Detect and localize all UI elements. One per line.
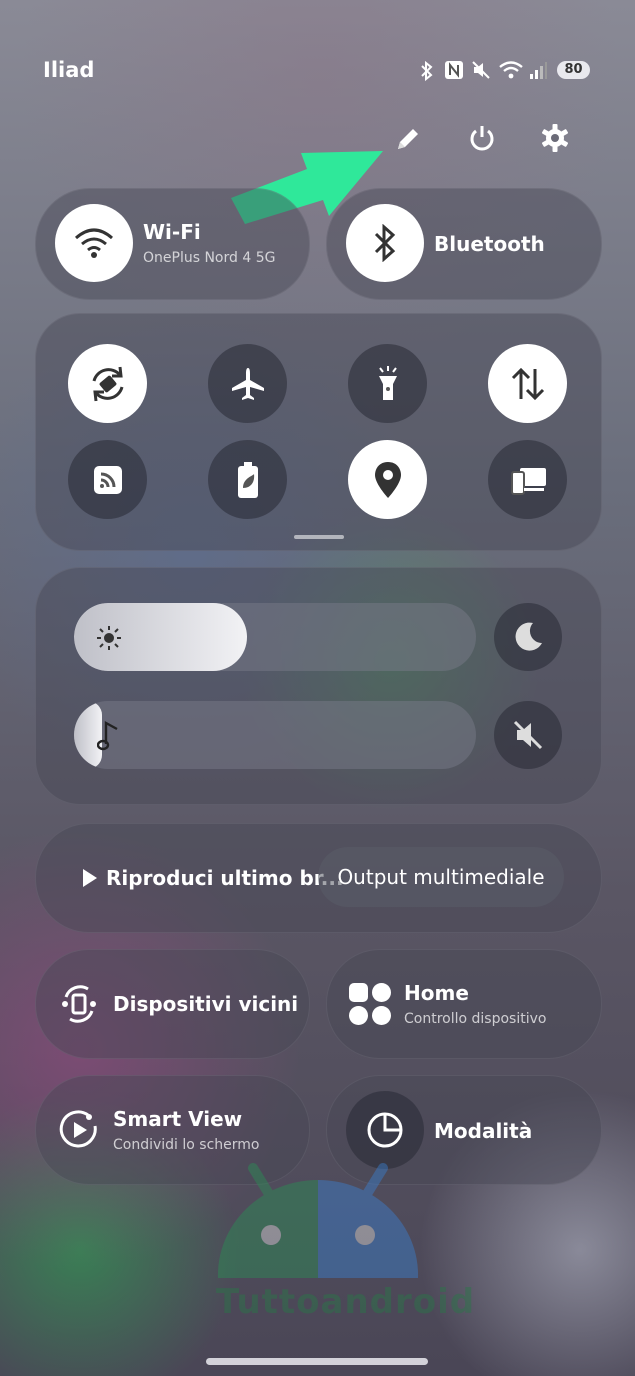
quick-toggles-panel <box>35 313 602 551</box>
media-output-label: Output multimediale <box>337 865 545 889</box>
gesture-bar[interactable] <box>206 1358 428 1365</box>
signal-status-icon <box>528 60 548 80</box>
flashlight-toggle[interactable] <box>348 344 427 423</box>
airplane-icon <box>231 367 264 400</box>
smart-view-subtitle: Condividi lo schermo <box>113 1137 260 1153</box>
home-tile[interactable]: Home Controllo dispositivo <box>326 949 602 1059</box>
bluetooth-tile[interactable]: Bluetooth <box>326 188 602 300</box>
watermark-logo <box>213 1160 423 1280</box>
wifi-network-name: OnePlus Nord 4 5G <box>143 250 276 266</box>
device-cast-toggle[interactable] <box>488 440 567 519</box>
play-icon[interactable] <box>82 868 98 888</box>
nearby-devices-icon <box>58 983 100 1025</box>
nfc-tag-toggle[interactable] <box>68 440 147 519</box>
edit-icon[interactable] <box>393 124 423 154</box>
modes-title: Modalità <box>434 1119 533 1143</box>
home-devices-icon <box>348 982 392 1026</box>
mobile-data-toggle[interactable] <box>488 344 567 423</box>
modes-toggle[interactable] <box>346 1091 424 1169</box>
modes-icon <box>367 1112 403 1148</box>
home-title: Home <box>404 981 469 1005</box>
device-cast-icon <box>510 467 546 495</box>
brightness-icon <box>96 625 122 651</box>
wifi-title: Wi-Fi <box>143 220 201 244</box>
wifi-status-icon <box>498 60 524 80</box>
nearby-devices-title: Dispositivi vicini <box>113 992 299 1016</box>
wifi-tile[interactable]: Wi-Fi OnePlus Nord 4 5G <box>35 188 310 300</box>
nfc-tag-icon <box>93 465 122 494</box>
bluetooth-title: Bluetooth <box>434 232 545 256</box>
smart-view-icon <box>58 1109 100 1151</box>
settings-icon[interactable] <box>540 123 570 153</box>
expand-handle[interactable] <box>294 535 344 539</box>
mute-button[interactable] <box>494 701 562 769</box>
mute-icon <box>513 720 543 750</box>
mobile-data-icon <box>511 367 544 400</box>
airplane-toggle[interactable] <box>208 344 287 423</box>
location-icon <box>374 461 401 498</box>
media-panel: Riproduci ultimo br... Output multimedia… <box>35 823 602 933</box>
moon-icon <box>515 622 542 651</box>
watermark-text: Tuttoandroid <box>216 1282 476 1322</box>
nfc-status-icon <box>444 60 464 80</box>
bluetooth-icon <box>374 224 396 262</box>
auto-rotate-icon <box>92 366 123 401</box>
brightness-slider[interactable] <box>74 603 476 671</box>
bluetooth-toggle[interactable] <box>346 204 424 282</box>
power-icon[interactable] <box>467 123 497 153</box>
bluetooth-status-icon <box>420 60 434 82</box>
sliders-panel <box>35 567 602 805</box>
battery-saver-toggle[interactable] <box>208 440 287 519</box>
mute-status-icon <box>471 60 493 80</box>
nearby-devices-tile[interactable]: Dispositivi vicini <box>35 949 310 1059</box>
home-subtitle: Controllo dispositivo <box>404 1011 547 1027</box>
carrier-label: Iliad <box>43 58 95 82</box>
play-last-media-label[interactable]: Riproduci ultimo br... <box>106 866 344 890</box>
volume-slider[interactable] <box>74 701 476 769</box>
night-mode-button[interactable] <box>494 603 562 671</box>
flashlight-icon <box>378 365 397 400</box>
wifi-icon <box>75 228 113 258</box>
wifi-toggle[interactable] <box>55 204 133 282</box>
battery-level-badge: 80 <box>557 61 590 79</box>
auto-rotate-toggle[interactable] <box>68 344 147 423</box>
media-output-button[interactable]: Output multimediale <box>318 847 564 907</box>
music-note-icon <box>97 720 123 752</box>
battery-saver-icon <box>237 461 258 498</box>
location-toggle[interactable] <box>348 440 427 519</box>
smart-view-title: Smart View <box>113 1107 243 1131</box>
